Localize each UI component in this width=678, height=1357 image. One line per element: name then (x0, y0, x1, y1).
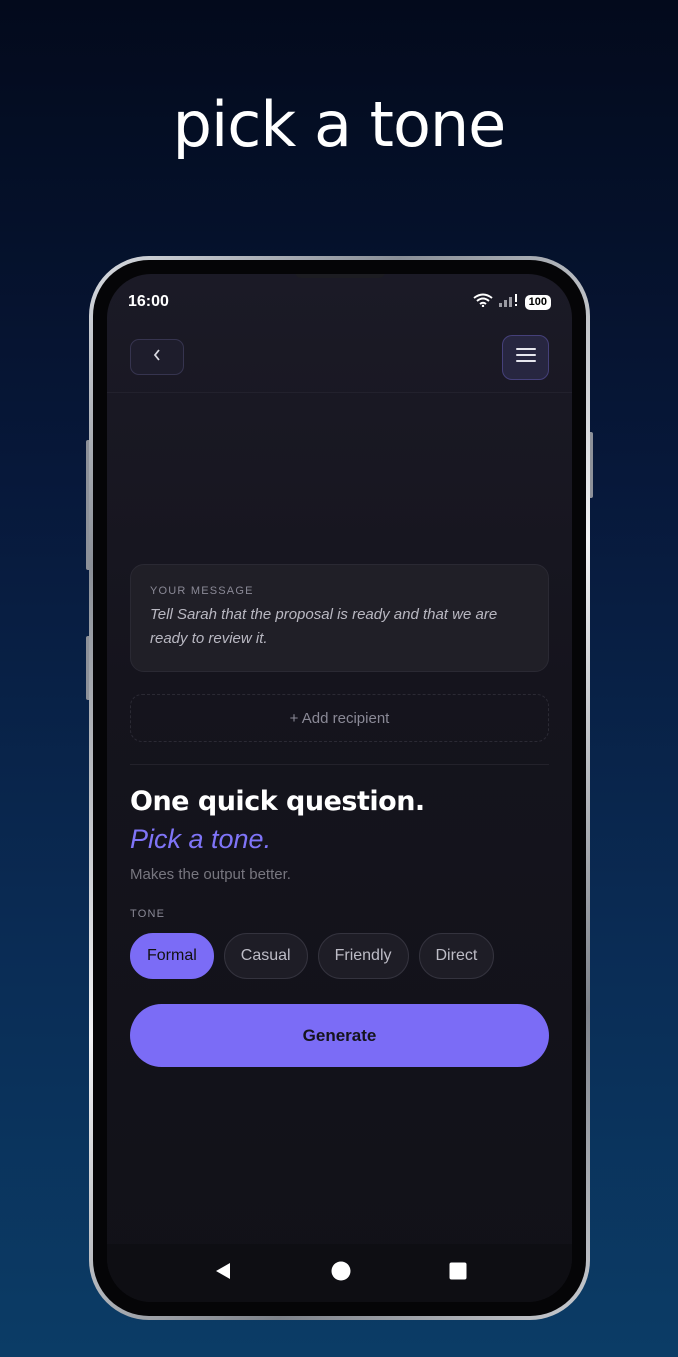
header-divider (107, 392, 572, 393)
tone-chip-formal[interactable]: Formal (130, 933, 214, 979)
message-text: Tell Sarah that the proposal is ready an… (150, 606, 498, 647)
tone-label: TONE (130, 908, 166, 920)
back-arrow-icon (152, 348, 162, 367)
app-screen: 16:00 100 YOUR MESSAGE Tell Sarah that t… (107, 274, 572, 1302)
question-title: One quick question. (130, 786, 425, 817)
status-bar: 16:00 100 (128, 292, 551, 312)
add-recipient-button[interactable]: + Add recipient (130, 694, 549, 742)
tone-chip-casual[interactable]: Casual (223, 933, 308, 979)
page-headline: pick a tone (172, 88, 507, 161)
back-button[interactable] (130, 339, 184, 375)
tone-chip-direct[interactable]: Direct (418, 933, 495, 979)
generate-button[interactable]: Generate (130, 1004, 549, 1067)
tone-chip-friendly[interactable]: Friendly (317, 933, 409, 979)
section-divider (130, 764, 549, 765)
phone-notch (294, 274, 385, 278)
menu-button[interactable] (502, 335, 549, 380)
system-nav-bar (107, 1244, 572, 1302)
phone-frame: 16:00 100 YOUR MESSAGE Tell Sarah that t… (89, 256, 590, 1320)
battery-icon: 100 (524, 294, 551, 310)
menu-icon (515, 347, 536, 368)
tone-options: Formal Casual Friendly Direct (130, 933, 495, 979)
nav-back-icon[interactable] (213, 1261, 233, 1286)
wifi-icon (473, 293, 493, 312)
message-card: YOUR MESSAGE Tell Sarah that the proposa… (130, 564, 549, 672)
signal-icon (498, 293, 519, 312)
nav-home-icon[interactable] (331, 1261, 351, 1286)
question-subtitle: Pick a tone. (130, 824, 272, 854)
message-label: YOUR MESSAGE (150, 585, 254, 597)
status-time: 16:00 (128, 293, 169, 310)
nav-recents-icon[interactable] (449, 1262, 467, 1285)
question-hint: Makes the output better. (130, 866, 291, 883)
